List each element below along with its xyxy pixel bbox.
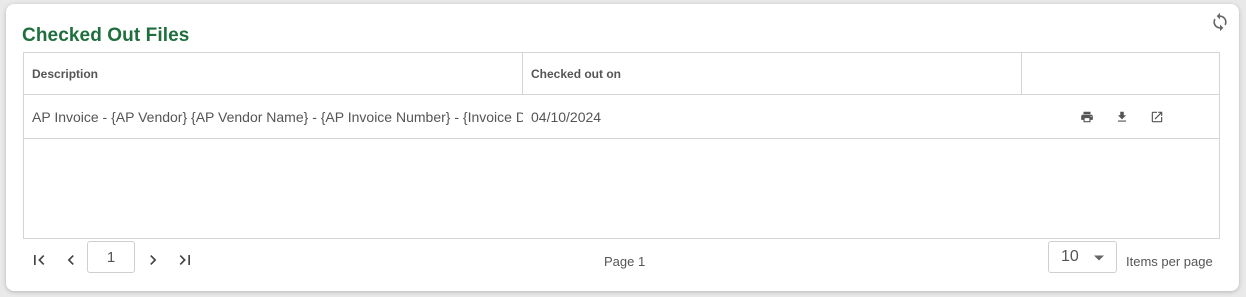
row-actions [1022, 95, 1219, 138]
column-header-checked-out-on[interactable]: Checked out on [523, 53, 1022, 94]
page-label: Page 1 [604, 254, 646, 269]
refresh-icon[interactable] [1209, 11, 1231, 33]
previous-page-icon[interactable] [60, 249, 82, 271]
table-row[interactable]: AP Invoice - {AP Vendor} {AP Vendor Name… [24, 95, 1219, 139]
chevron-down-icon [1094, 248, 1104, 266]
table-header-row: Description Checked out on [24, 53, 1219, 95]
last-page-icon[interactable] [174, 249, 196, 271]
page-number-input[interactable] [87, 241, 135, 273]
pager: Page 1 10 Items per page [23, 239, 1220, 281]
page-size-select[interactable]: 10 [1048, 241, 1117, 273]
page-size-value: 10 [1061, 248, 1079, 265]
row-checked-out-on: 04/10/2024 [531, 108, 602, 125]
items-per-page-label: Items per page [1126, 254, 1213, 269]
row-description: AP Invoice - {AP Vendor} {AP Vendor Name… [32, 108, 523, 125]
checked-out-files-table: Description Checked out on AP Invoice - … [23, 52, 1220, 239]
print-icon[interactable] [1078, 108, 1096, 126]
download-icon[interactable] [1113, 108, 1131, 126]
next-page-icon[interactable] [142, 249, 164, 271]
first-page-icon[interactable] [28, 249, 50, 271]
column-header-description[interactable]: Description [24, 53, 523, 94]
panel-title: Checked Out Files [22, 25, 190, 46]
column-header-actions [1022, 53, 1219, 94]
checked-out-files-panel: Checked Out Files Description Checked ou… [6, 4, 1239, 291]
open-in-new-icon[interactable] [1148, 108, 1166, 126]
